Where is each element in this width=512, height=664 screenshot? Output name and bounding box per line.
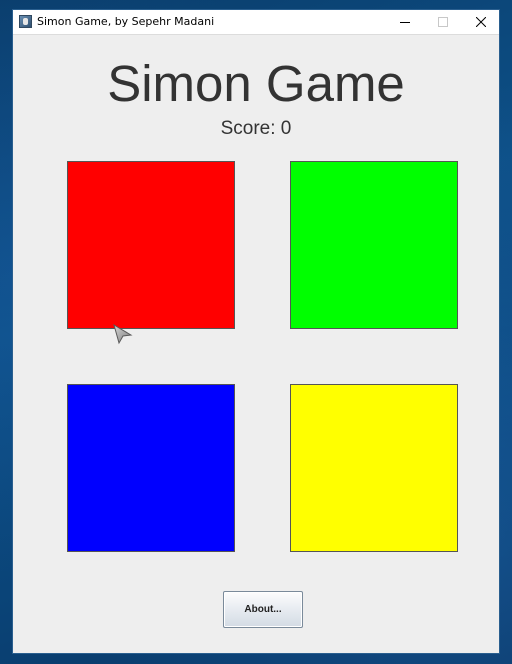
app-window: Simon Game, by Sepehr Madani Simon Game … <box>12 9 500 654</box>
close-icon <box>476 17 486 27</box>
maximize-button[interactable] <box>423 10 463 34</box>
red-pad[interactable] <box>67 161 235 329</box>
mouse-cursor-icon <box>113 323 133 345</box>
blue-pad[interactable] <box>67 384 235 552</box>
close-button[interactable] <box>461 10 501 34</box>
game-panel: Simon Game Score: 0 About... <box>13 35 499 653</box>
minimize-icon <box>400 22 410 23</box>
window-title: Simon Game, by Sepehr Madani <box>37 15 215 28</box>
score-label: Score: 0 <box>220 118 292 139</box>
maximize-icon <box>438 17 448 27</box>
title-bar[interactable]: Simon Game, by Sepehr Madani <box>13 10 499 35</box>
about-button[interactable]: About... <box>223 591 303 628</box>
yellow-pad[interactable] <box>290 384 458 552</box>
green-pad[interactable] <box>290 161 458 329</box>
app-icon[interactable] <box>19 15 32 28</box>
game-title: Simon Game <box>107 55 405 112</box>
minimize-button[interactable] <box>385 10 425 34</box>
